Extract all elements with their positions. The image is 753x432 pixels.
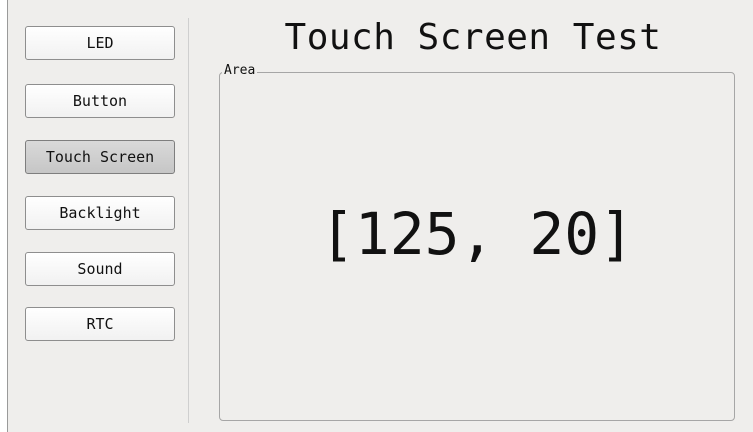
- rtc-button[interactable]: RTC: [25, 307, 175, 341]
- touch-screen-button[interactable]: Touch Screen: [25, 140, 175, 174]
- button-test-button[interactable]: Button: [25, 84, 175, 118]
- led-button[interactable]: LED: [25, 26, 175, 60]
- sidebar-divider: [188, 18, 189, 423]
- page-title: Touch Screen Test: [284, 17, 662, 58]
- sound-button[interactable]: Sound: [25, 252, 175, 286]
- app-window: LED Button Touch Screen Backlight Sound …: [7, 0, 753, 432]
- touch-coordinates: [125, 20]: [319, 200, 635, 268]
- backlight-button[interactable]: Backlight: [25, 196, 175, 230]
- area-legend: Area: [222, 63, 258, 79]
- sidebar: LED Button Touch Screen Backlight Sound …: [8, 0, 189, 432]
